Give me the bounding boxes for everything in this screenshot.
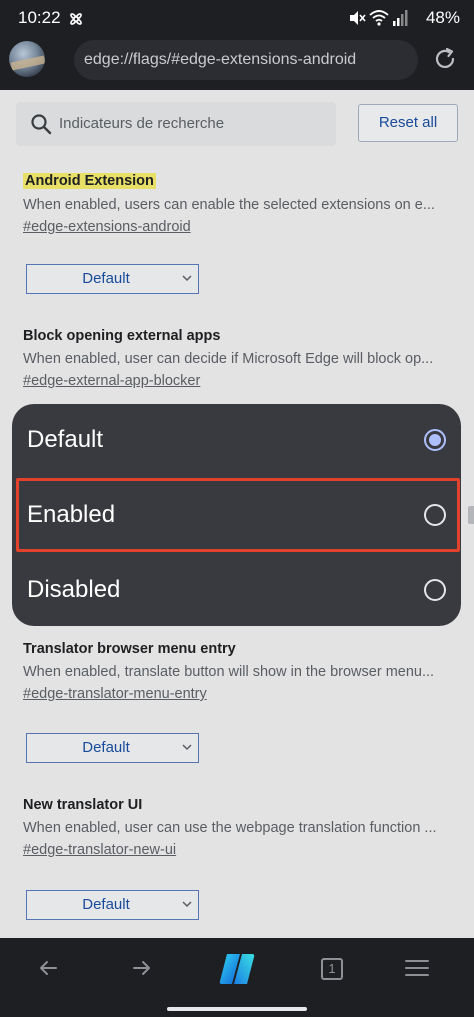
- url-text: edge://flags/#edge-extensions-android: [84, 51, 357, 68]
- flag-description: When enabled, user can use the webpage t…: [23, 820, 437, 836]
- tabs-icon[interactable]: 1: [321, 958, 343, 980]
- flag-select[interactable]: Default: [26, 264, 199, 294]
- select-options-dialog: Default Enabled Disabled: [12, 404, 461, 626]
- reset-all-button[interactable]: Reset all: [358, 104, 458, 142]
- flag-title: Android Extension: [23, 173, 156, 189]
- menu-icon[interactable]: [404, 956, 430, 980]
- radio-selected-icon[interactable]: [424, 429, 446, 451]
- chevron-down-icon: [182, 744, 192, 751]
- flag-description: When enabled, translate button will show…: [23, 664, 435, 680]
- wifi-icon: [369, 10, 389, 26]
- flag-anchor-link[interactable]: #edge-translator-menu-entry: [23, 686, 453, 702]
- back-arrow-icon[interactable]: [36, 956, 60, 980]
- radio-unselected-icon[interactable]: [424, 579, 446, 601]
- flag-anchor-link[interactable]: #edge-external-app-blocker: [23, 373, 453, 389]
- url-field[interactable]: edge://flags/#edge-extensions-android: [74, 40, 418, 80]
- chevron-down-icon: [182, 901, 192, 908]
- scroll-handle[interactable]: [468, 506, 474, 524]
- signal-icon: [393, 10, 408, 26]
- mute-icon: [350, 11, 366, 25]
- profile-avatar[interactable]: [9, 41, 45, 77]
- status-time: 10:22: [18, 8, 61, 27]
- flag-select[interactable]: Default: [26, 890, 199, 920]
- flag-select-value: Default: [82, 739, 130, 756]
- flag-android-extension: Android Extension When enabled, users ca…: [23, 172, 453, 235]
- flag-translator-new-ui: New translator UI When enabled, user can…: [23, 797, 453, 858]
- flag-title: Block opening external apps: [23, 328, 221, 344]
- flag-select-value: Default: [82, 270, 130, 287]
- option-label: Enabled: [27, 501, 116, 528]
- address-bar: edge://flags/#edge-extensions-android: [0, 36, 474, 90]
- flag-select-value: Default: [82, 896, 130, 913]
- flag-anchor-link[interactable]: #edge-extensions-android: [23, 219, 453, 235]
- flag-description: When enabled, users can enable the selec…: [23, 197, 435, 213]
- status-bar: 10:22 48%: [0, 0, 474, 36]
- forward-arrow-icon[interactable]: [130, 956, 154, 980]
- flag-description: When enabled, user can decide if Microso…: [23, 351, 434, 367]
- option-label: Disabled: [27, 576, 121, 603]
- flag-title: Translator browser menu entry: [23, 641, 236, 657]
- reload-icon[interactable]: [432, 46, 458, 72]
- flag-translator-menu-entry: Translator browser menu entry When enabl…: [23, 641, 453, 702]
- flag-title: New translator UI: [23, 797, 143, 813]
- radio-unselected-icon[interactable]: [424, 504, 446, 526]
- search-icon: [31, 114, 52, 135]
- option-disabled[interactable]: Disabled: [12, 554, 461, 628]
- home-indicator: [167, 1007, 307, 1011]
- battery-level: 48%: [425, 8, 460, 27]
- option-enabled[interactable]: Enabled: [12, 479, 461, 553]
- settings-fan-icon: [70, 13, 82, 25]
- chevron-down-icon: [182, 275, 192, 282]
- bottom-navigation: 1: [0, 938, 474, 1017]
- search-input[interactable]: Indicateurs de recherche: [16, 102, 336, 146]
- tab-count: 1: [328, 961, 336, 976]
- search-placeholder: Indicateurs de recherche: [59, 115, 225, 132]
- flag-select[interactable]: Default: [26, 733, 199, 763]
- flag-external-app-blocker: Block opening external apps When enabled…: [23, 328, 453, 389]
- flag-anchor-link[interactable]: #edge-translator-new-ui: [23, 842, 453, 858]
- copilot-icon[interactable]: [218, 952, 256, 986]
- option-label: Default: [27, 426, 104, 453]
- option-default[interactable]: Default: [12, 404, 461, 478]
